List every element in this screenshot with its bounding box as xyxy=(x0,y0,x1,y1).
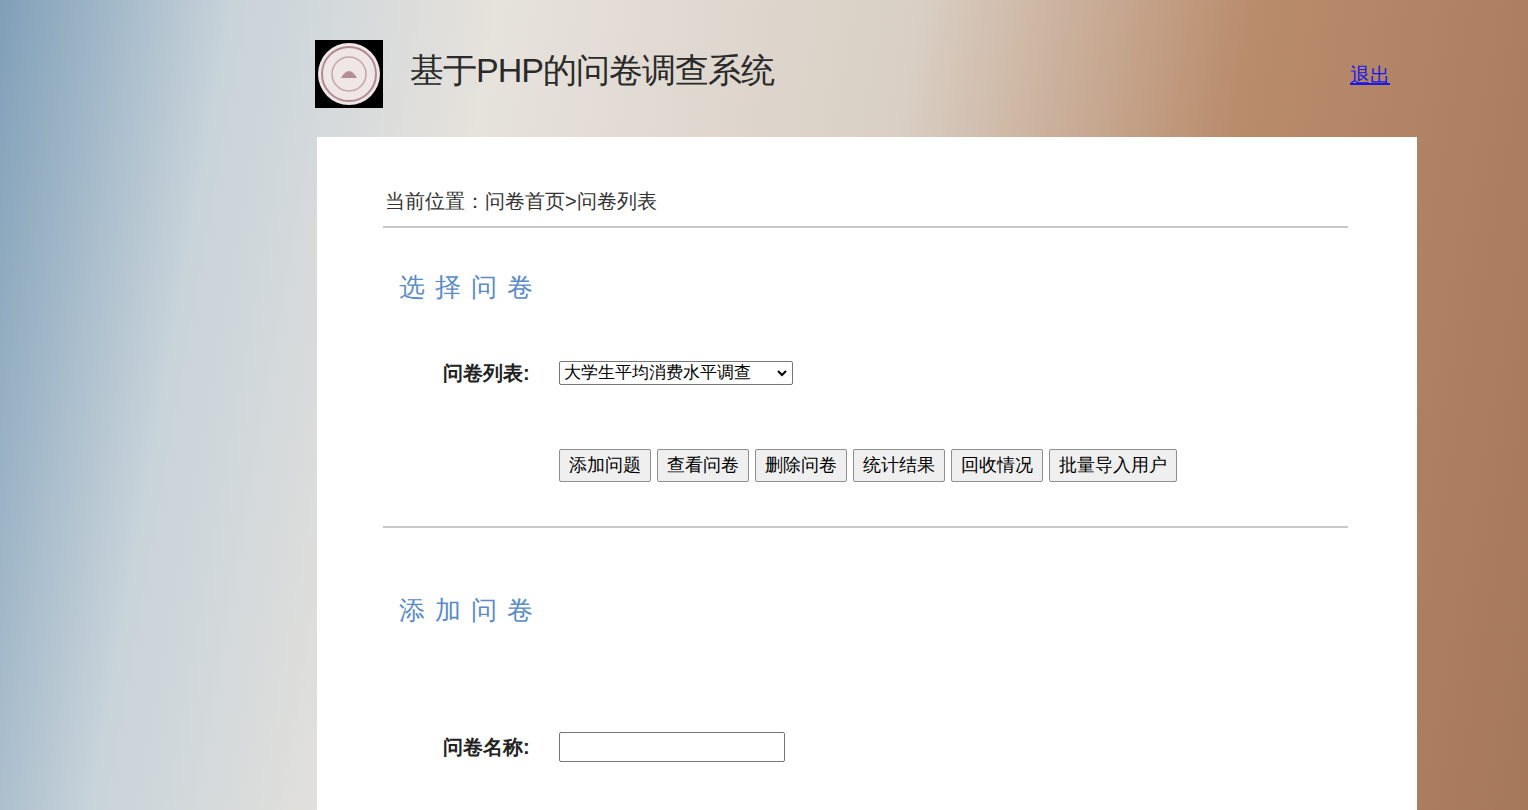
list-label: 问卷列表: xyxy=(383,360,559,386)
button-row: 添加问题查看问卷删除问卷统计结果回收情况批量导入用户 xyxy=(559,449,1417,482)
action-button[interactable]: 删除问卷 xyxy=(755,449,847,482)
section-title: 选择问卷 xyxy=(399,272,1417,302)
list-row: 问卷列表:大学生平均消费水平调查 xyxy=(383,360,1417,386)
site-title: 基于PHP的问卷调查系统 xyxy=(410,48,774,92)
name-label: 问卷名称: xyxy=(383,734,559,760)
name-input[interactable] xyxy=(559,732,785,762)
logo-icon xyxy=(315,40,383,108)
selected-option: 大学生平均消费水平调查 xyxy=(564,360,772,386)
action-button[interactable]: 添加问题 xyxy=(559,449,651,482)
name-row: 问卷名称: xyxy=(383,732,1417,762)
section-title: 添加问卷 xyxy=(399,595,1417,625)
questionnaire-select[interactable]: 大学生平均消费水平调查 xyxy=(559,361,793,385)
breadcrumb: 当前位置：问卷首页>问卷列表 xyxy=(385,189,1417,213)
logout-link[interactable]: 退出 xyxy=(1350,62,1390,88)
header: 基于PHP的问卷调查系统 退出 xyxy=(315,0,1418,137)
chevron-down-icon xyxy=(776,367,788,379)
action-button[interactable]: 查看问卷 xyxy=(657,449,749,482)
main-panel: 当前位置：问卷首页>问卷列表选择问卷问卷列表:大学生平均消费水平调查添加问题查看… xyxy=(317,137,1417,810)
action-button[interactable]: 统计结果 xyxy=(853,449,945,482)
action-button[interactable]: 回收情况 xyxy=(951,449,1043,482)
action-button[interactable]: 批量导入用户 xyxy=(1049,449,1177,482)
divider xyxy=(383,226,1348,228)
divider xyxy=(383,526,1348,528)
